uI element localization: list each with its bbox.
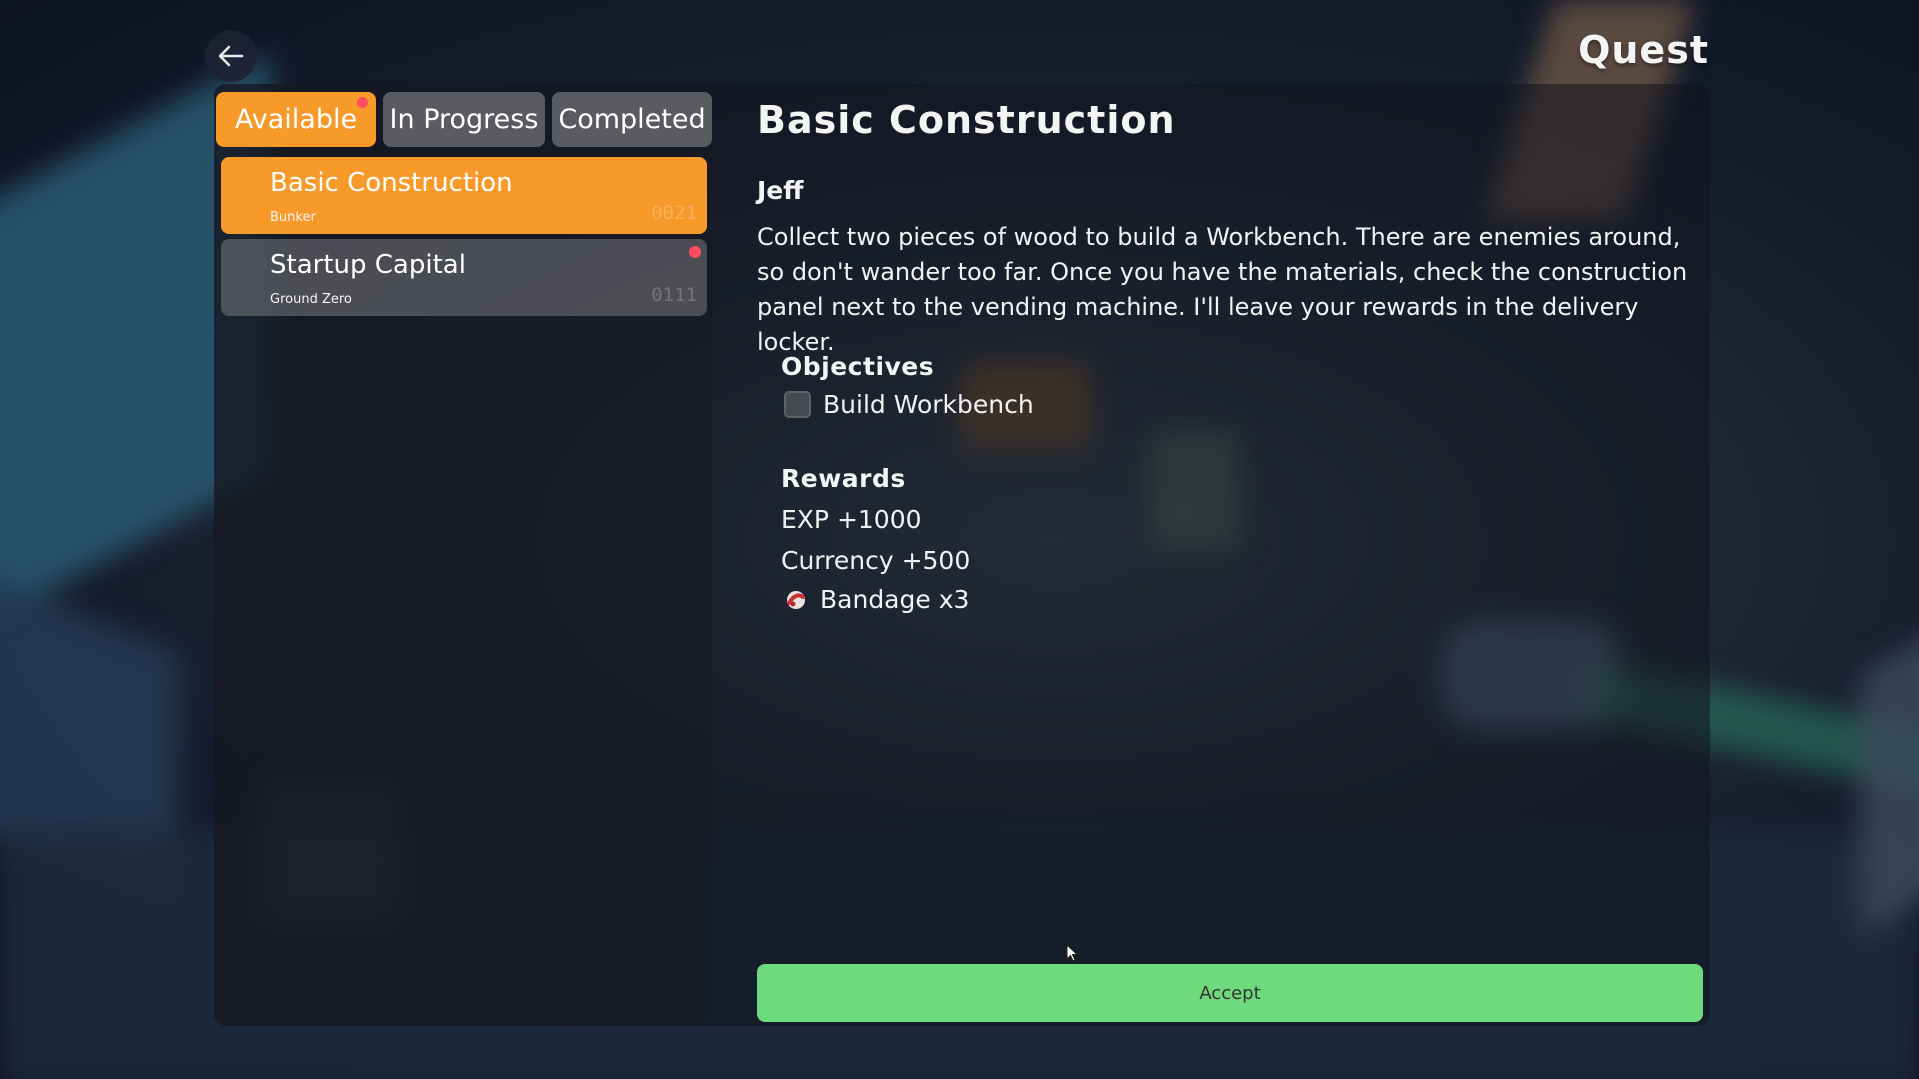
quest-list-item-startup-capital[interactable]: Startup Capital Ground Zero 0111 — [221, 239, 707, 316]
rewards-heading: Rewards — [781, 464, 906, 493]
quest-code: 0021 — [651, 202, 697, 224]
tab-in-progress[interactable]: In Progress — [383, 92, 545, 147]
quest-name: Startup Capital — [270, 250, 466, 280]
quest-location: Bunker — [270, 210, 316, 225]
quest-list-item-basic-construction[interactable]: Basic Construction Bunker 0021 — [221, 157, 707, 234]
objective-text: Build Workbench — [823, 390, 1034, 419]
page-title: Quest — [1578, 28, 1709, 72]
objective-build-workbench: Build Workbench — [784, 390, 1034, 419]
tab-available[interactable]: Available — [216, 92, 376, 147]
objective-checkbox[interactable] — [784, 391, 811, 418]
tab-completed[interactable]: Completed — [552, 92, 712, 147]
mouse-cursor-icon — [1066, 944, 1079, 962]
quest-name: Basic Construction — [270, 168, 513, 198]
quest-giver: Jeff — [757, 176, 804, 205]
reward-bandage: Bandage x3 — [784, 585, 969, 614]
quest-screen: Quest Available In Progress Completed Ba… — [0, 0, 1919, 1079]
tab-label: In Progress — [389, 104, 539, 135]
accept-label: Accept — [1199, 982, 1261, 1004]
reward-currency: Currency +500 — [781, 546, 971, 575]
objectives-heading: Objectives — [781, 352, 935, 381]
notification-dot — [357, 97, 368, 108]
reward-text: Bandage x3 — [820, 585, 970, 614]
accept-button[interactable]: Accept — [757, 964, 1703, 1022]
arrow-left-icon — [218, 45, 244, 67]
quest-description: Collect two pieces of wood to build a Wo… — [757, 223, 1688, 356]
reward-exp: EXP +1000 — [781, 505, 922, 534]
quest-detail-title: Basic Construction — [757, 98, 1176, 142]
quest-location: Ground Zero — [270, 292, 352, 307]
tab-label: Completed — [558, 104, 706, 135]
tab-label: Available — [234, 104, 358, 135]
bandage-icon — [787, 590, 805, 609]
notification-dot — [689, 246, 701, 258]
back-button[interactable] — [205, 30, 257, 82]
quest-code: 0111 — [651, 284, 697, 306]
